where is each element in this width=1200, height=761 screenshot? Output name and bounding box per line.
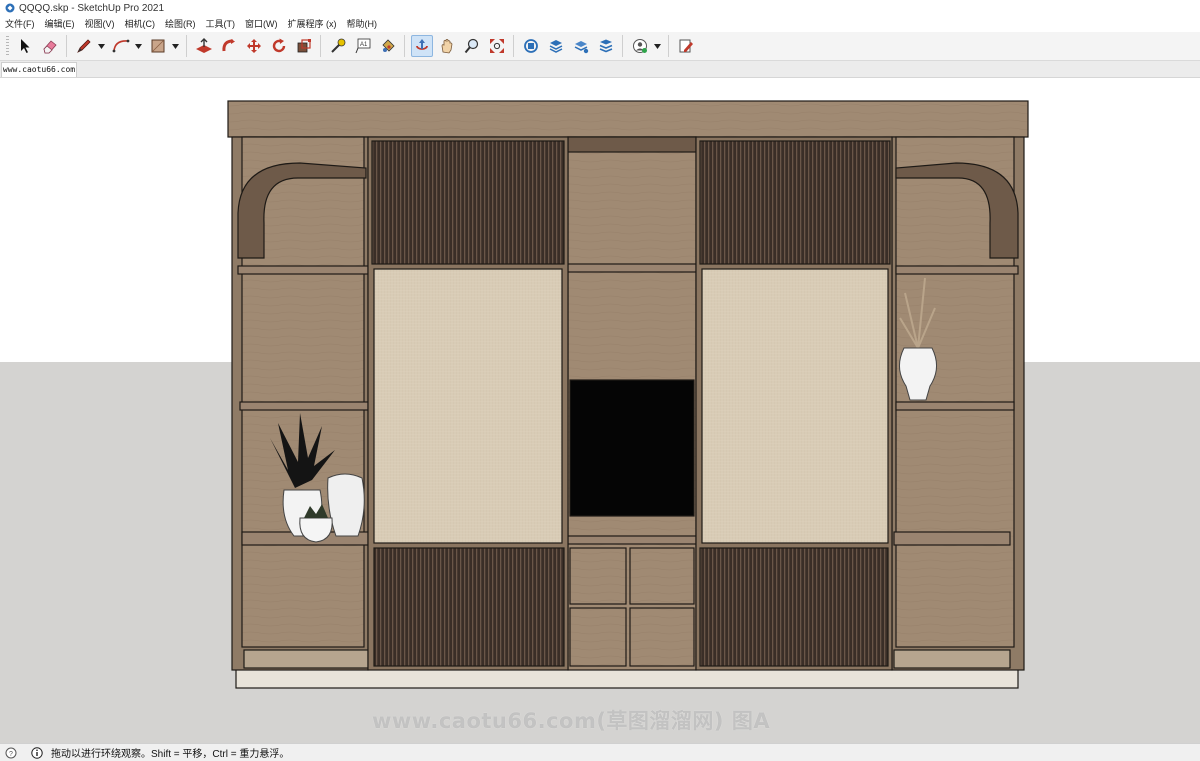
left-door-slats-top: [371, 140, 565, 265]
zoom-extents-icon[interactable]: [486, 35, 508, 57]
scene-tabs: www.caotu66.com: [0, 61, 1200, 78]
top-beam: [227, 100, 1029, 138]
info-icon[interactable]: [31, 746, 43, 759]
layout-icon[interactable]: [570, 35, 592, 57]
menu-tools[interactable]: 工具(T): [201, 16, 241, 32]
send-feedback-icon[interactable]: [675, 35, 697, 57]
menu-camera[interactable]: 相机(C): [120, 16, 161, 32]
toolbar-separator: [404, 35, 405, 57]
right-shelf-3: [893, 531, 1011, 546]
base-plinth: [235, 667, 1019, 689]
left-door-slats-bottom: [373, 547, 565, 667]
extension-manager-icon[interactable]: [595, 35, 617, 57]
center-shelf: [567, 263, 697, 273]
right-door-fabric: [701, 268, 889, 544]
toolbar-separator: [622, 35, 623, 57]
drawer-3: [569, 607, 627, 667]
toolbar-separator: [668, 35, 669, 57]
chevron-down-icon[interactable]: [96, 35, 106, 57]
pencil-line-icon[interactable]: [73, 35, 95, 57]
extension-warehouse-icon[interactable]: [545, 35, 567, 57]
toolbar-separator: [320, 35, 321, 57]
menu-draw[interactable]: 绘图(R): [160, 16, 201, 32]
eraser-icon[interactable]: [39, 35, 61, 57]
status-message: 拖动以进行环绕观察。Shift = 平移，Ctrl = 重力悬浮。: [51, 749, 290, 760]
toolbar-grip[interactable]: [6, 36, 9, 56]
menu-file[interactable]: 文件(F): [0, 16, 40, 32]
svg-text:?: ?: [9, 751, 13, 758]
tv-screen: [569, 379, 695, 517]
title-bar: QQQQ.skp - SketchUp Pro 2021: [0, 0, 1200, 16]
sketchup-logo-icon: [5, 3, 15, 13]
tape-measure-icon[interactable]: [327, 35, 349, 57]
menu-edit[interactable]: 编辑(E): [40, 16, 80, 32]
right-shelf-1: [895, 265, 1019, 275]
watermark: www.caotu66.com(草图溜溜网) 图A: [372, 709, 771, 733]
center-top-rail: [567, 136, 697, 153]
orbit-icon[interactable]: [410, 35, 433, 57]
text-icon[interactable]: A1: [352, 35, 374, 57]
window-title: QQQQ.skp - SketchUp Pro 2021: [19, 2, 165, 14]
left-shelf-1: [237, 265, 369, 275]
geolocation-icon[interactable]: ?: [5, 747, 17, 759]
account-icon[interactable]: [629, 35, 651, 57]
arc-icon[interactable]: [110, 35, 132, 57]
scene-tab[interactable]: www.caotu66.com: [1, 62, 77, 77]
chevron-down-icon[interactable]: [170, 35, 180, 57]
toolbar-separator: [66, 35, 67, 57]
pan-icon[interactable]: [436, 35, 458, 57]
drawer-2: [629, 547, 695, 605]
model-canvas[interactable]: [0, 78, 1200, 743]
menu-help[interactable]: 帮助(H): [342, 16, 383, 32]
tv-stand: [567, 535, 697, 545]
follow-me-icon[interactable]: [218, 35, 240, 57]
chevron-down-icon[interactable]: [133, 35, 143, 57]
left-door-fabric: [373, 268, 563, 544]
scale-icon[interactable]: [293, 35, 315, 57]
toolbar-separator: [513, 35, 514, 57]
right-shelf-bottom: [893, 649, 1011, 669]
viewport-3d[interactable]: [0, 78, 1200, 743]
zoom-icon[interactable]: [461, 35, 483, 57]
drawer-1: [569, 547, 627, 605]
drawer-4: [629, 607, 695, 667]
menu-window[interactable]: 窗口(W): [240, 16, 283, 32]
right-door-slats-top: [699, 140, 891, 265]
paint-bucket-icon[interactable]: [377, 35, 399, 57]
right-shelf-2: [895, 401, 1015, 411]
vase-ribbed: [327, 473, 365, 537]
left-shelf-bottom: [243, 649, 369, 669]
rectangle-icon[interactable]: [147, 35, 169, 57]
move-icon[interactable]: [243, 35, 265, 57]
menu-view[interactable]: 视图(V): [80, 16, 120, 32]
left-shelf-2: [239, 401, 369, 411]
menu-bar: 文件(F) 编辑(E) 视图(V) 相机(C) 绘图(R) 工具(T) 窗口(W…: [0, 16, 1200, 32]
status-bar: ? 拖动以进行环绕观察。Shift = 平移，Ctrl = 重力悬浮。: [0, 743, 1200, 761]
menu-extensions[interactable]: 扩展程序 (x): [283, 16, 342, 32]
select-icon[interactable]: [14, 35, 36, 57]
main-toolbar: A1: [0, 32, 1200, 61]
toolbar-separator: [186, 35, 187, 57]
push-pull-icon[interactable]: [193, 35, 215, 57]
right-door-slats-bottom: [699, 547, 889, 667]
warehouse-icon[interactable]: [520, 35, 542, 57]
chevron-down-icon[interactable]: [652, 35, 662, 57]
svg-text:A1: A1: [360, 42, 368, 48]
rotate-icon[interactable]: [268, 35, 290, 57]
